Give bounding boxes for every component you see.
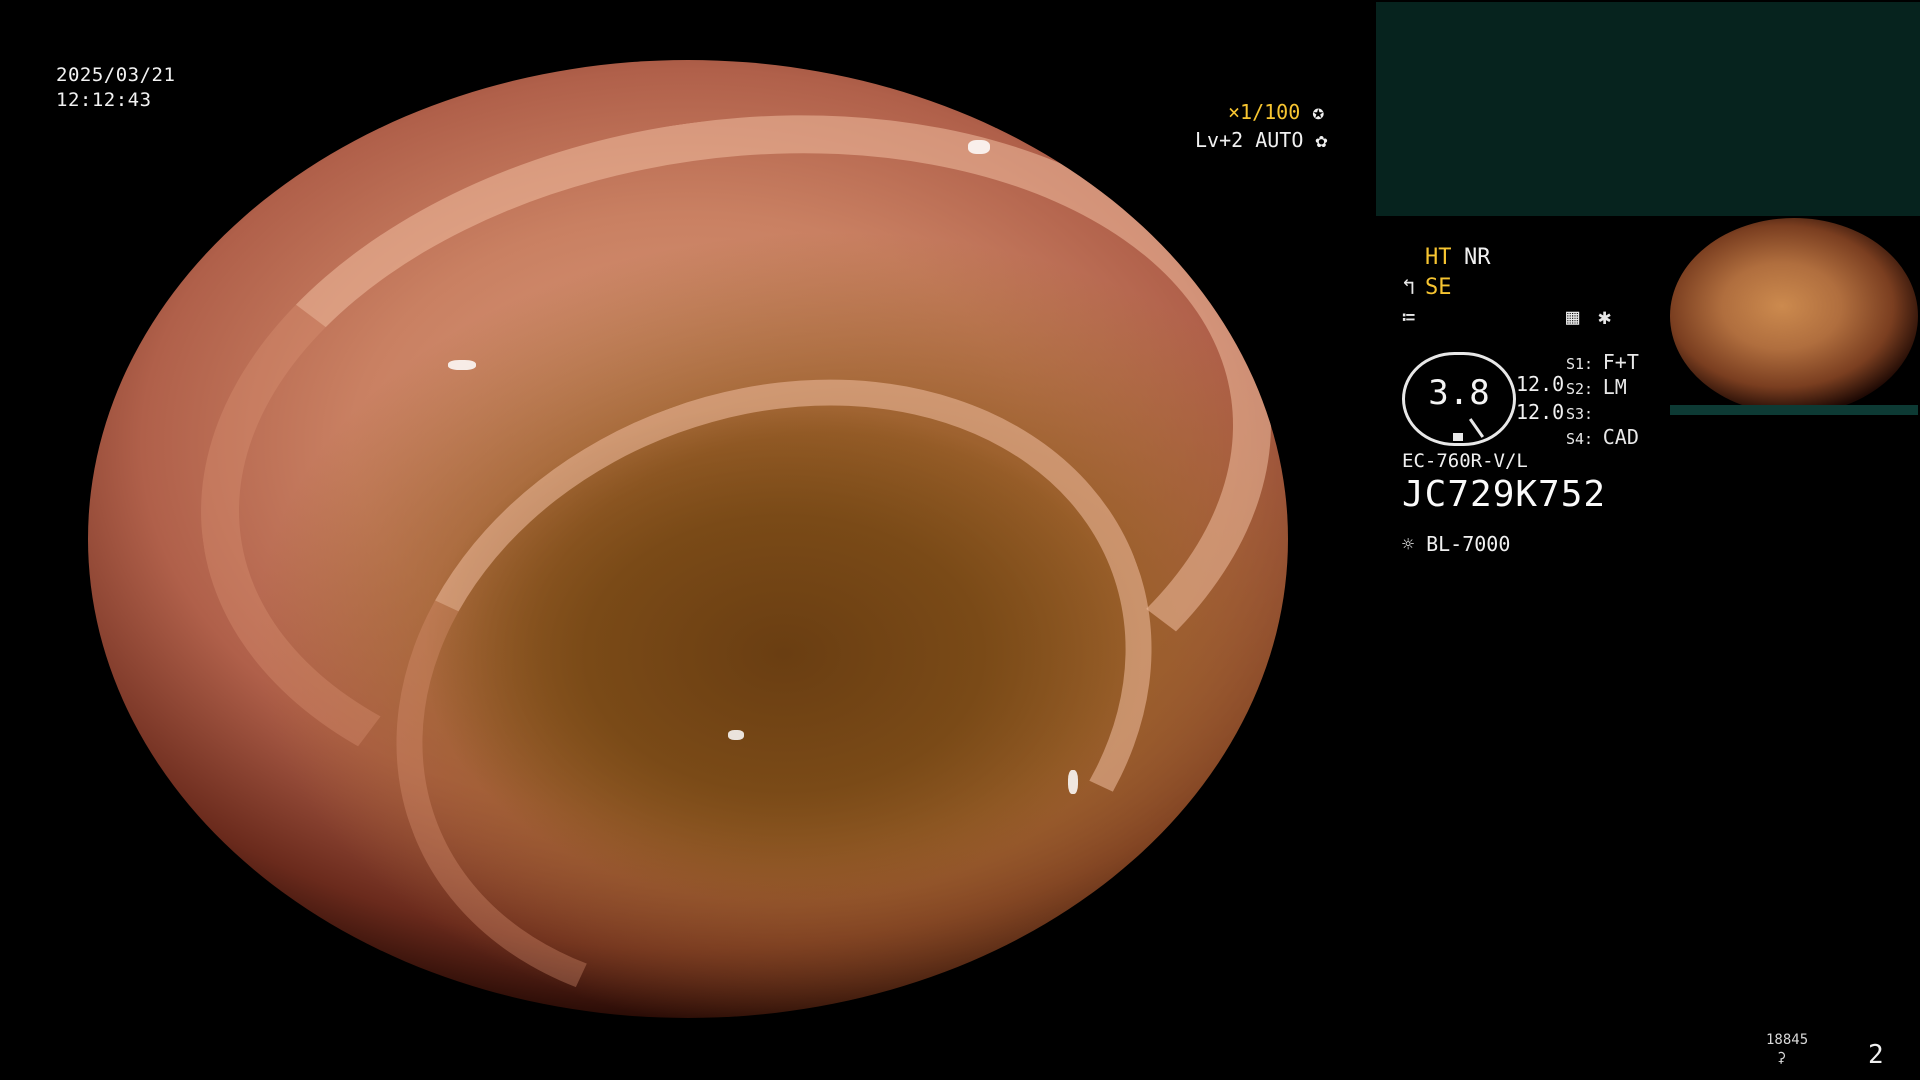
time-label: 12:12:43 <box>56 89 152 111</box>
exposure-setting: Lv+2 AUTO ✿ <box>1195 128 1327 152</box>
image-count: 18845 <box>1766 1032 1809 1048</box>
specular-highlight <box>1068 770 1078 794</box>
switch-item: S1: F+T <box>1566 350 1639 375</box>
iris-icon: ✿ <box>1315 128 1328 152</box>
scope-model: EC-760R-V/L <box>1402 450 1528 472</box>
thumbnail-bar <box>1670 405 1918 415</box>
switch-key: S3: <box>1566 405 1594 423</box>
specular-highlight <box>728 730 744 740</box>
storage-icon: ⚳ <box>1776 1050 1787 1066</box>
gauge-needle <box>1468 418 1485 438</box>
switch-value: F+T <box>1602 350 1639 374</box>
zoom-icon: ≔ <box>1402 305 1416 330</box>
specular-highlight <box>448 360 476 370</box>
se-mode: SE <box>1425 275 1452 300</box>
shutter-speed-value: ×1/100 <box>1228 100 1301 124</box>
page-number: 2 <box>1868 1040 1884 1070</box>
gauge-lower-value: 12.0 <box>1516 400 1565 424</box>
gauge-value: 3.8 <box>1428 373 1490 413</box>
switch-list: S1: F+T S2: LM S3: S4: CAD <box>1566 350 1639 450</box>
light-source-icon: ☼ <box>1402 532 1415 556</box>
date-label: 2025/03/21 <box>56 64 176 86</box>
switch-item: S4: CAD <box>1566 425 1639 450</box>
switch-value: LM <box>1602 375 1627 399</box>
light-source-model: BL-7000 <box>1426 532 1511 556</box>
gauge-marker <box>1453 433 1463 441</box>
shutter-icon: ✪ <box>1312 100 1325 124</box>
enhance-icon: ↰ <box>1402 275 1416 300</box>
switch-item: S3: <box>1566 400 1639 425</box>
thumbnail-image[interactable] <box>1670 218 1918 414</box>
light-source: ☼ BL-7000 <box>1402 532 1510 556</box>
switch-value: CAD <box>1602 425 1639 449</box>
exposure-value: Lv+2 AUTO <box>1195 128 1304 152</box>
switch-key: S4: <box>1566 430 1594 448</box>
gauge-upper-value: 12.0 <box>1516 372 1565 396</box>
switch-key: S2: <box>1566 380 1594 398</box>
scope-serial: JC729K752 <box>1402 474 1607 515</box>
switch-item: S2: LM <box>1566 375 1639 400</box>
shutter-speed: ×1/100 ✪ <box>1228 100 1324 124</box>
specular-highlight <box>968 140 990 154</box>
endoscope-view <box>88 60 1288 1018</box>
nr-mode: NR <box>1464 245 1491 270</box>
info-panel <box>1376 2 1920 216</box>
magnification-gauge: 3.8 <box>1402 352 1516 446</box>
ht-mode: HT <box>1425 245 1452 270</box>
switch-key: S1: <box>1566 355 1594 373</box>
record-icon: ▦ <box>1566 305 1580 330</box>
star-icon: ✱ <box>1598 305 1612 330</box>
